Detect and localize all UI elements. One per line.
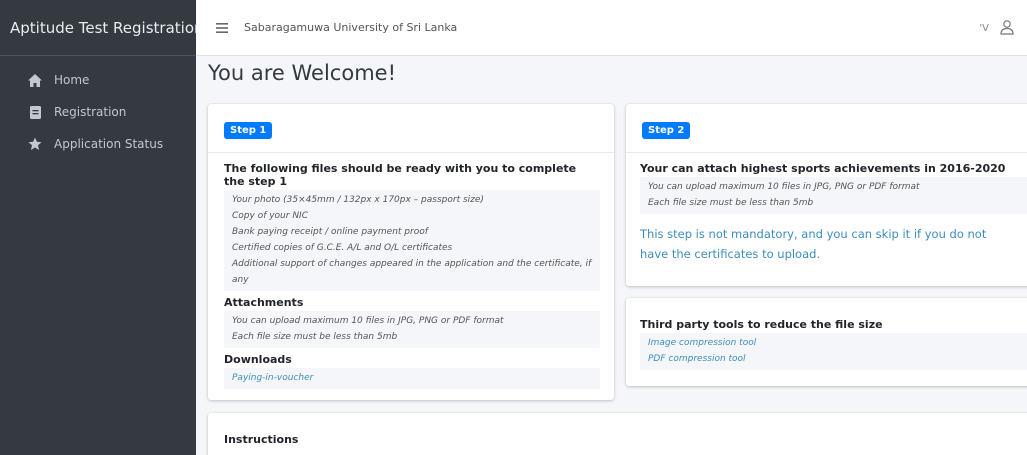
sidebar: Aptitude Test Registration Home Registra… <box>0 0 204 455</box>
downloads-list: Paying-in-voucher <box>224 368 600 389</box>
sidebar-item-label: Home <box>54 73 90 87</box>
instructions-heading: Instructions <box>224 433 299 446</box>
attachments-list: You can upload maximum 10 files in JPG, … <box>224 311 600 348</box>
step2-card: Step 2 Your can attach highest sports ac… <box>626 104 1027 286</box>
step1-badge: Step 1 <box>224 122 273 139</box>
tools-list: Image compression tool PDF compression t… <box>640 333 1027 370</box>
list-item: Your photo (35×45mm / 132px x 170px – pa… <box>232 195 484 205</box>
files-heading: The following files should be ready with… <box>224 162 577 188</box>
sidebar-item-registration[interactable]: Registration <box>0 96 196 128</box>
sidebar-item-application-status[interactable]: Application Status <box>0 128 196 160</box>
sidebar-nav: Home Registration Application Status <box>0 56 196 160</box>
home-icon <box>28 73 42 87</box>
attachments-heading: Attachments <box>224 296 304 309</box>
brand-title[interactable]: Aptitude Test Registration <box>0 0 204 56</box>
page-title: You are Welcome! <box>208 61 396 85</box>
list-item: Copy of your NIC <box>232 211 308 221</box>
university-title[interactable]: Sabaragamuwa University of Sri Lanka <box>244 21 457 34</box>
paying-in-voucher-link[interactable]: Paying-in-voucher <box>232 373 313 383</box>
optional-step-note: This step is not mandatory, and you can … <box>640 227 987 261</box>
step1-card: Step 1 The following files should be rea… <box>208 104 614 400</box>
step2-heading: Your can attach highest sports achieveme… <box>640 162 1006 175</box>
sidebar-item-label: Registration <box>54 105 127 119</box>
tools-heading: Third party tools to reduce the file siz… <box>640 318 883 331</box>
user-icon[interactable] <box>999 19 1015 35</box>
step2-card-header: Step 2 <box>626 104 1027 153</box>
list-item: You can upload maximum 10 files in JPG, … <box>232 316 504 326</box>
list-item: Certified copies of G.C.E. A/L and O/L c… <box>232 243 453 253</box>
files-list: Your photo (35×45mm / 132px x 170px – pa… <box>224 190 600 291</box>
downloads-heading: Downloads <box>224 353 292 366</box>
image-compression-link[interactable]: Image compression tool <box>648 338 756 348</box>
sidebar-item-label: Application Status <box>54 137 164 151</box>
list-item: You can upload maximum 10 files in JPG, … <box>648 182 920 192</box>
tools-card: Third party tools to reduce the file siz… <box>626 298 1027 386</box>
step2-badge: Step 2 <box>642 122 691 139</box>
list-item: Bank paying receipt / online payment pro… <box>232 227 428 237</box>
list-item: Each file size must be less than 5mb <box>648 198 814 208</box>
top-navbar: Sabaragamuwa University of Sri Lanka 'V <box>196 0 1027 56</box>
star-icon <box>28 137 42 151</box>
list-item: Additional support of changes appeared i… <box>232 259 592 285</box>
pdf-compression-link[interactable]: PDF compression tool <box>648 354 746 364</box>
sidebar-item-home[interactable]: Home <box>0 64 196 96</box>
topbar-right-text: 'V <box>979 23 989 34</box>
menu-icon[interactable] <box>216 21 230 35</box>
instructions-card: Instructions <box>208 413 1027 455</box>
step1-card-header: Step 1 <box>208 104 614 153</box>
step2-rules: You can upload maximum 10 files in JPG, … <box>640 177 1027 214</box>
document-icon <box>28 105 42 119</box>
list-item: Each file size must be less than 5mb <box>232 332 398 342</box>
